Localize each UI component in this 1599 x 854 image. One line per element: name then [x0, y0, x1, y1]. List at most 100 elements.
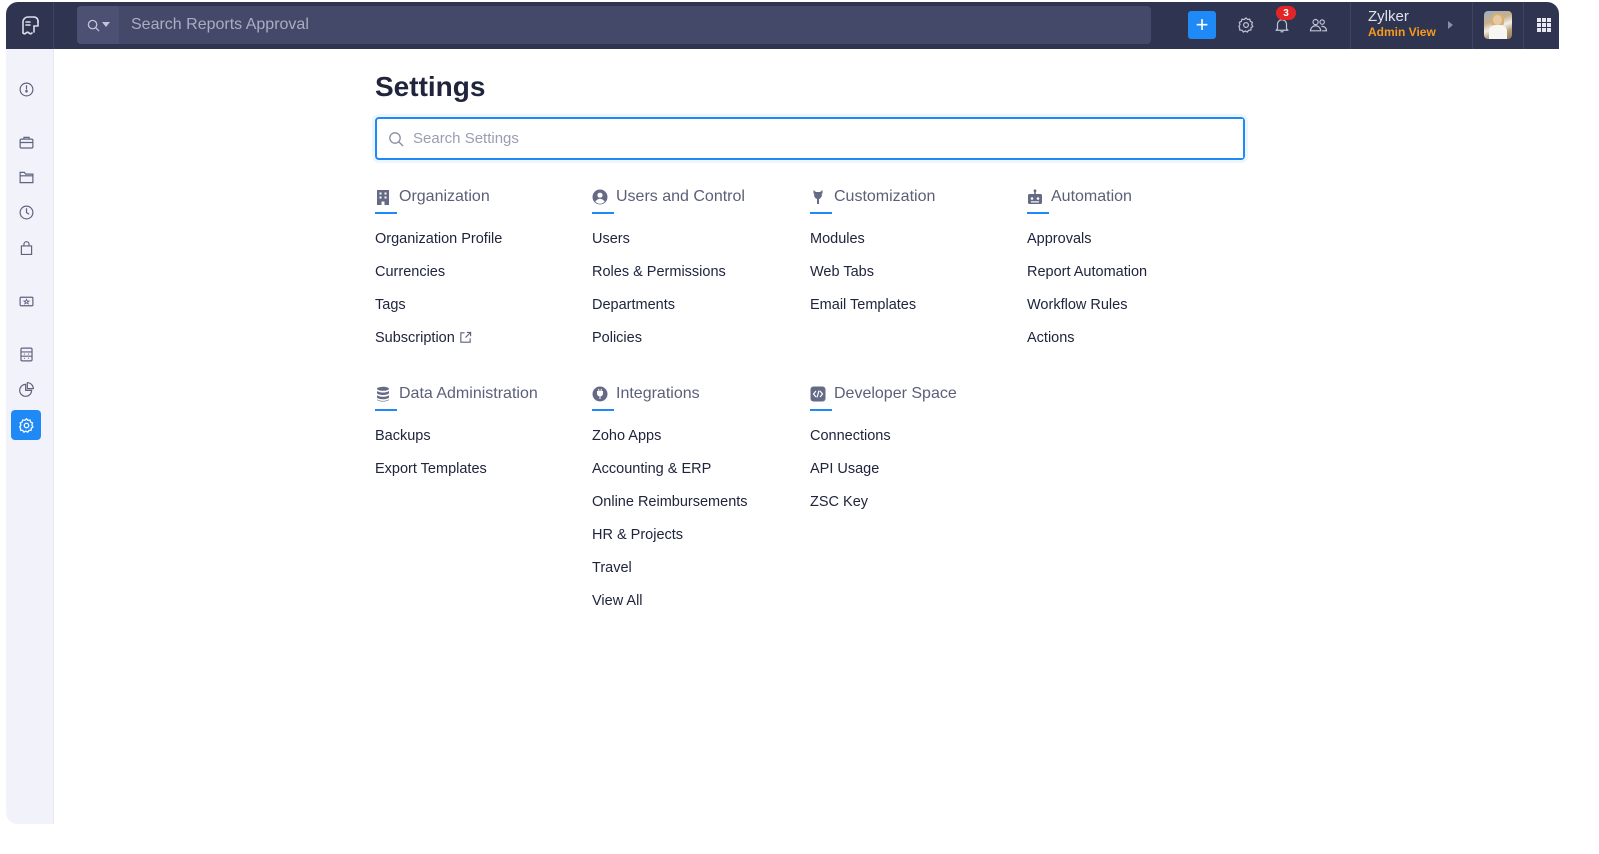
external-link-icon [459, 331, 472, 344]
section-title: Organization [399, 188, 490, 205]
top-bar: + 3 Zylker Admin View [6, 2, 1559, 49]
link-label: Subscription [375, 330, 455, 346]
settings-link-zsc-key[interactable]: ZSC Key [810, 494, 1020, 527]
sidebar-item-budgets[interactable] [11, 339, 41, 369]
users-icon [1309, 18, 1327, 32]
settings-link-organization-profile[interactable]: Organization Profile [375, 231, 585, 264]
caret-right-icon[interactable] [1448, 21, 1453, 29]
settings-link-policies[interactable]: Policies [592, 330, 802, 363]
section-integrations: Integrations Zoho Apps Accounting & ERP … [592, 382, 802, 626]
quick-create-button[interactable]: + [1188, 11, 1216, 39]
caret-down-icon [101, 22, 110, 27]
gauge-icon [19, 82, 33, 96]
pie-chart-icon [18, 381, 34, 397]
search-icon [87, 19, 100, 32]
settings-link-roles-permissions[interactable]: Roles & Permissions [592, 264, 802, 297]
section-underline [375, 212, 397, 214]
section-title: Integrations [616, 385, 700, 402]
code-icon [810, 386, 826, 402]
section-automation: Automation Approvals Report Automation W… [1027, 185, 1237, 363]
page-title: Settings [375, 71, 486, 102]
sidebar-item-trips[interactable] [11, 127, 41, 157]
user-role: Admin View [1368, 25, 1436, 39]
settings-link-actions[interactable]: Actions [1027, 330, 1237, 363]
robot-icon [1027, 189, 1043, 205]
sidebar [6, 49, 54, 824]
apps-grid-icon[interactable] [1537, 18, 1551, 32]
settings-link-web-tabs[interactable]: Web Tabs [810, 264, 1020, 297]
settings-link-connections[interactable]: Connections [810, 428, 1020, 461]
notification-count-badge: 3 [1276, 6, 1296, 20]
app-logo[interactable] [6, 2, 54, 49]
settings-link-report-automation[interactable]: Report Automation [1027, 264, 1237, 297]
settings-button[interactable] [1235, 14, 1257, 36]
sidebar-item-cards[interactable] [11, 286, 41, 316]
user-avatar[interactable] [1484, 11, 1512, 39]
settings-link-export-templates[interactable]: Export Templates [375, 461, 585, 494]
settings-link-email-templates[interactable]: Email Templates [810, 297, 1020, 330]
settings-search-input[interactable] [405, 119, 1243, 158]
settings-link-modules[interactable]: Modules [810, 231, 1020, 264]
zoho-expense-logo-icon [21, 15, 39, 35]
sidebar-item-purchase-requests[interactable] [11, 233, 41, 263]
settings-link-tags[interactable]: Tags [375, 297, 585, 330]
section-underline [592, 409, 614, 411]
section-underline [1027, 212, 1049, 214]
database-icon [375, 386, 391, 402]
settings-link-api-usage[interactable]: API Usage [810, 461, 1020, 494]
sidebar-item-reports[interactable] [11, 162, 41, 192]
settings-link-hr-projects[interactable]: HR & Projects [592, 527, 802, 560]
settings-link-backups[interactable]: Backups [375, 428, 585, 461]
folder-icon [19, 171, 33, 183]
wrench-icon [810, 189, 826, 205]
org-name: Zylker [1368, 8, 1409, 25]
plus-icon: + [1195, 12, 1209, 37]
gear-icon [18, 417, 34, 433]
gear-icon [1238, 17, 1254, 33]
settings-link-accounting-erp[interactable]: Accounting & ERP [592, 461, 802, 494]
topbar-divider [1350, 2, 1351, 49]
card-star-icon [19, 296, 33, 306]
briefcase-icon [19, 136, 33, 149]
sidebar-item-dashboard[interactable] [11, 74, 41, 104]
clock-arrow-icon [19, 205, 33, 219]
sidebar-item-approvals[interactable] [11, 197, 41, 227]
settings-link-view-all[interactable]: View All [592, 593, 802, 626]
settings-link-travel[interactable]: Travel [592, 560, 802, 593]
topbar-divider [1523, 2, 1524, 49]
section-organization: Organization Organization Profile Curren… [375, 185, 585, 363]
section-title: Customization [834, 188, 936, 205]
section-developer-space: Developer Space Connections API Usage ZS… [810, 382, 1020, 527]
settings-link-users[interactable]: Users [592, 231, 802, 264]
section-underline [592, 212, 614, 214]
settings-link-approvals[interactable]: Approvals [1027, 231, 1237, 264]
settings-link-subscription[interactable]: Subscription [375, 330, 585, 363]
global-search [77, 6, 1151, 44]
settings-link-departments[interactable]: Departments [592, 297, 802, 330]
user-switch-button[interactable] [1307, 14, 1329, 36]
settings-link-online-reimbursements[interactable]: Online Reimbursements [592, 494, 802, 527]
search-scope-dropdown[interactable] [77, 6, 119, 44]
section-title: Users and Control [616, 188, 745, 205]
settings-link-currencies[interactable]: Currencies [375, 264, 585, 297]
building-icon [375, 189, 391, 205]
global-search-input[interactable] [119, 6, 1151, 44]
app-window: + 3 Zylker Admin View [6, 2, 1559, 824]
section-data-administration: Data Administration Backups Export Templ… [375, 382, 585, 494]
section-title: Automation [1051, 188, 1132, 205]
section-underline [375, 409, 397, 411]
plug-icon [592, 386, 608, 402]
search-icon [387, 130, 405, 148]
settings-link-workflow-rules[interactable]: Workflow Rules [1027, 297, 1237, 330]
avatar-face [1493, 15, 1502, 25]
settings-link-zoho-apps[interactable]: Zoho Apps [592, 428, 802, 461]
settings-search [375, 117, 1245, 160]
sidebar-item-analytics[interactable] [11, 374, 41, 404]
sidebar-item-settings[interactable] [11, 410, 41, 440]
section-customization: Customization Modules Web Tabs Email Tem… [810, 185, 1020, 330]
section-title: Data Administration [399, 385, 538, 402]
topbar-divider [1472, 2, 1473, 49]
section-users-and-control: Users and Control Users Roles & Permissi… [592, 185, 802, 363]
org-switcher[interactable]: Zylker Admin View [1368, 8, 1436, 40]
user-circle-icon [592, 189, 608, 205]
